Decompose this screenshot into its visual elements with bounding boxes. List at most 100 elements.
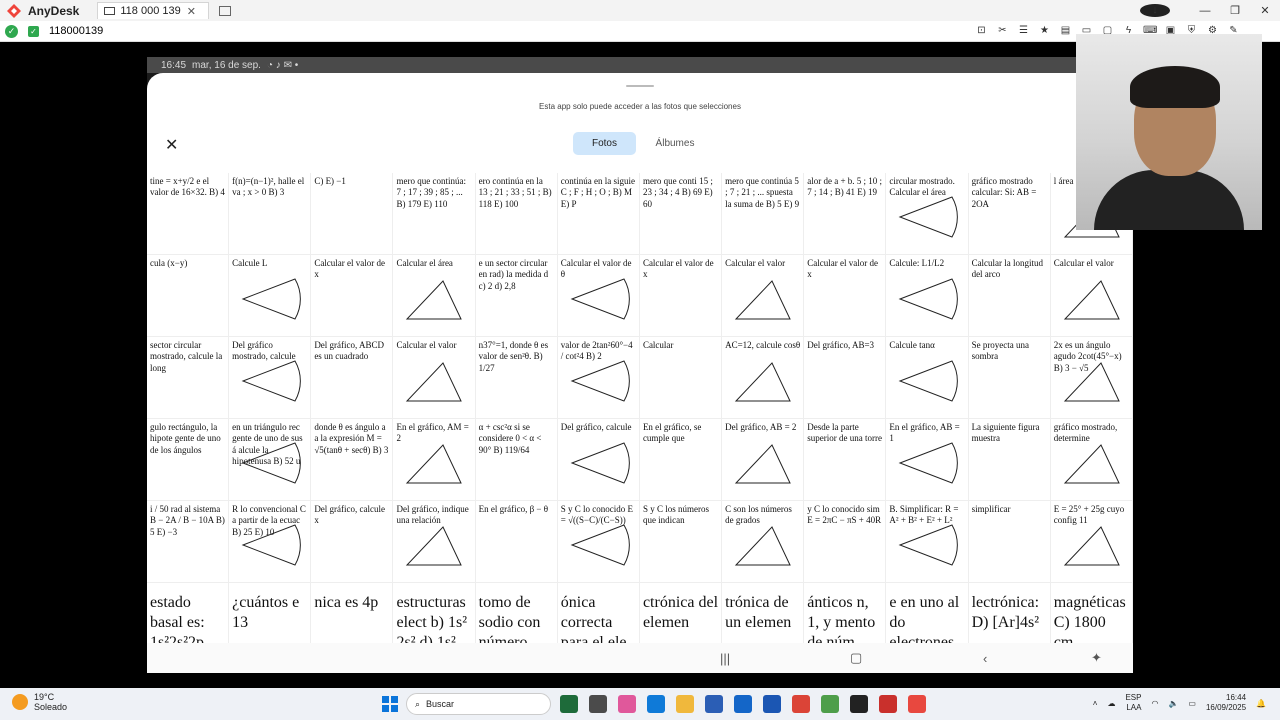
close-tab-icon[interactable]: ✕	[187, 5, 196, 18]
weather-widget[interactable]: 19°C Soleado	[12, 692, 67, 713]
photo-thumbnail[interactable]: Calcular	[639, 337, 723, 419]
photo-thumbnail[interactable]: lectrónica: D) [Ar]4s²	[968, 583, 1051, 643]
photo-thumbnail[interactable]: AC=12, calcule cosθ	[722, 337, 805, 419]
photo-thumbnail[interactable]: Calcule tanα	[886, 337, 969, 419]
photo-thumbnail[interactable]: estructuras elect b) 1s² 2s² d) 1s² 2s²	[393, 583, 476, 643]
photo-thumbnail[interactable]: C) E) −1	[311, 173, 394, 255]
photo-thumbnail[interactable]: ctrónica del elemen	[639, 583, 723, 643]
photo-thumbnail[interactable]: Del gráfico, indique una relación	[393, 501, 476, 583]
widgets-app-icon[interactable]	[560, 695, 578, 713]
photo-thumbnail[interactable]: trónica de un elemen	[722, 583, 805, 643]
battery-icon[interactable]: ▭	[1188, 699, 1196, 708]
wifi-icon[interactable]: ◠	[1151, 699, 1158, 708]
accessibility-icon[interactable]: ✦	[1091, 650, 1102, 666]
photo-thumbnail[interactable]: n37°=1, donde θ es valor de sen²θ. B) 1/…	[475, 337, 558, 419]
remote-screen[interactable]: 16:45 mar, 16 de sep. ◔ ♪ ✉ • Esta app s…	[0, 34, 1280, 688]
photo-thumbnail[interactable]: i / 50 rad al sistema B − 2A / B − 10A B…	[147, 501, 230, 583]
address-id[interactable]: 118000139	[49, 25, 103, 37]
photo-thumbnail[interactable]: Del gráfico, ABCD es un cuadrado	[311, 337, 394, 419]
photo-thumbnail[interactable]: e un sector circular en rad) la medida d…	[475, 255, 558, 337]
clock-date[interactable]: 16/09/2025	[1206, 703, 1246, 713]
photo-thumbnail[interactable]: E = 25° + 25g cuyo config 11	[1050, 501, 1133, 583]
photo-thumbnail[interactable]: f(n)=(n−1)², halle el va ; x > 0 B) 3	[229, 173, 312, 255]
onedrive-icon[interactable]: ☁	[1107, 699, 1115, 708]
photo-thumbnail[interactable]: En el gráfico, AM = 2	[393, 419, 476, 501]
photo-thumbnail[interactable]: B. Simplificar: R = A² + B² + E² + L²	[886, 501, 969, 583]
photo-thumbnail[interactable]: simplificar	[968, 501, 1051, 583]
tab-fotos[interactable]: Fotos	[573, 132, 636, 155]
photo-thumbnail[interactable]: La siguiente figura muestra	[968, 419, 1051, 501]
photo-thumbnail[interactable]: Del gráfico, calcule	[557, 419, 640, 501]
photo-thumbnail[interactable]: y C lo conocido sim E = 2πC − πS + 40R	[804, 501, 887, 583]
photo-thumbnail[interactable]: En el gráfico, AB = 1	[886, 419, 969, 501]
edge-icon[interactable]	[647, 695, 665, 713]
lang-layout[interactable]: LAA	[1125, 703, 1141, 713]
photo-thumbnail[interactable]: magnéticas C) 1800 cm	[1050, 583, 1133, 643]
windows-start-icon[interactable]	[382, 696, 398, 712]
word-icon[interactable]	[763, 695, 781, 713]
photo-thumbnail[interactable]: sector circular mostrado, calcule la lon…	[147, 337, 230, 419]
photo-thumbnail[interactable]: Calcular el valor	[722, 255, 805, 337]
chat-icon[interactable]: ⊡	[975, 24, 988, 37]
new-tab-icon[interactable]	[219, 5, 232, 16]
pdf-reader-icon[interactable]	[879, 695, 897, 713]
photo-thumbnail[interactable]: continúa en la siguie C ; F ; H ; O ; B)…	[557, 173, 640, 255]
photo-thumbnail[interactable]: Calcule: L1/L2	[886, 255, 969, 337]
photo-thumbnail[interactable]: tomo de sodio con número	[475, 583, 558, 643]
phone-screen[interactable]: 16:45 mar, 16 de sep. ◔ ♪ ✉ • Esta app s…	[147, 57, 1133, 673]
photo-thumbnail[interactable]: mero que conti 15 ; 23 ; 34 ; 4 B) 69 E)…	[639, 173, 723, 255]
chrome-icon[interactable]	[792, 695, 810, 713]
minimize-button[interactable]: —	[1190, 5, 1220, 17]
photo-thumbnail[interactable]: Calcular el área	[393, 255, 476, 337]
tray-chevron-icon[interactable]: ˄	[1093, 699, 1098, 708]
photo-thumbnail[interactable]: ¿cuántos e 13	[229, 583, 312, 643]
taskbar-search[interactable]: ⌕ Buscar	[406, 693, 551, 715]
chrome-profile-icon[interactable]	[821, 695, 839, 713]
anydesk-taskbar-icon[interactable]	[908, 695, 926, 713]
task-view-icon[interactable]	[589, 695, 607, 713]
file-explorer-icon[interactable]	[676, 695, 694, 713]
sheet-handle[interactable]	[626, 85, 654, 87]
obs-icon[interactable]	[850, 695, 868, 713]
photo-thumbnail[interactable]: ónica correcta para el ele	[557, 583, 640, 643]
close-window-button[interactable]: ✕	[1250, 4, 1280, 17]
photo-thumbnail[interactable]: gráfico mostrado calcular: Si: AB = 2OA	[968, 173, 1051, 255]
photo-thumbnail[interactable]: Del gráfico mostrado, calcule	[229, 337, 312, 419]
copilot-icon[interactable]	[618, 695, 636, 713]
photo-thumbnail[interactable]: S y C los números que indican	[639, 501, 723, 583]
photo-thumbnail[interactable]: estado basal es: 1s²2s²2p	[147, 583, 230, 643]
file-icon[interactable]: ☰	[1017, 24, 1030, 37]
photo-thumbnail[interactable]: valor de 2tan²60°−4 / cot²4 B) 2	[557, 337, 640, 419]
back-nav-icon[interactable]: ‹	[983, 651, 987, 666]
notification-bell-icon[interactable]: 🔔	[1256, 699, 1266, 708]
session-tab[interactable]: 118 000 139 ✕	[97, 2, 210, 19]
document-icon[interactable]: ▤	[1059, 24, 1072, 37]
photo-thumbnail[interactable]: Calcular el valor de x	[311, 255, 394, 337]
photo-thumbnail[interactable]: C son los números de grados	[722, 501, 805, 583]
home-nav-icon[interactable]: ▢	[850, 650, 862, 666]
maximize-button[interactable]: ❐	[1220, 4, 1250, 17]
photo-thumbnail[interactable]: circular mostrado. Calcular el área	[886, 173, 969, 255]
photo-thumbnail[interactable]: Calcular el valor	[1050, 255, 1133, 337]
recents-nav-icon[interactable]: |||	[720, 651, 730, 666]
volume-icon[interactable]: 🔈	[1168, 699, 1178, 708]
photo-thumbnail[interactable]: Calcular el valor de θ	[557, 255, 640, 337]
photo-thumbnail[interactable]: Calcule L	[229, 255, 312, 337]
lang-code[interactable]: ESP	[1125, 693, 1141, 703]
photo-thumbnail[interactable]: mero que continúa 5 ; 7 ; 21 ; ... spues…	[722, 173, 805, 255]
tab-albumes[interactable]: Álbumes	[640, 132, 710, 155]
photo-thumbnail[interactable]: alor de a + b. 5 ; 10 ; 7 ; 14 ; B) 41 E…	[804, 173, 887, 255]
photo-thumbnail[interactable]: mero que continúa: 7 ; 17 ; 39 ; 85 ; ..…	[393, 173, 476, 255]
photo-thumbnail[interactable]: cula (x−y)	[147, 255, 230, 337]
photo-thumbnail[interactable]: ánticos n, 1, y mento de núm	[804, 583, 887, 643]
photo-thumbnail[interactable]: Desde la parte superior de una torre	[804, 419, 887, 501]
photo-thumbnail[interactable]: Calcular el valor de x	[639, 255, 723, 337]
photo-thumbnail[interactable]: ero continúa en la 13 ; 21 ; 33 ; 51 ; B…	[475, 173, 558, 255]
photo-thumbnail[interactable]: R lo convencional C a partir de la ecuac…	[229, 501, 312, 583]
photo-thumbnail[interactable]: S y C lo conocido E = √((S−C)/(C−S))	[557, 501, 640, 583]
photo-thumbnail[interactable]: 2x es un ángulo agudo 2cot(45°−x) B) 3 −…	[1050, 337, 1133, 419]
photo-thumbnail[interactable]: Del gráfico, AB=3	[804, 337, 887, 419]
photo-thumbnail[interactable]: En el gráfico, se cumple que	[639, 419, 723, 501]
photo-thumbnail[interactable]: Se proyecta una sombra	[968, 337, 1051, 419]
photo-thumbnail[interactable]: donde θ es ángulo a a la expresión M = √…	[311, 419, 394, 501]
